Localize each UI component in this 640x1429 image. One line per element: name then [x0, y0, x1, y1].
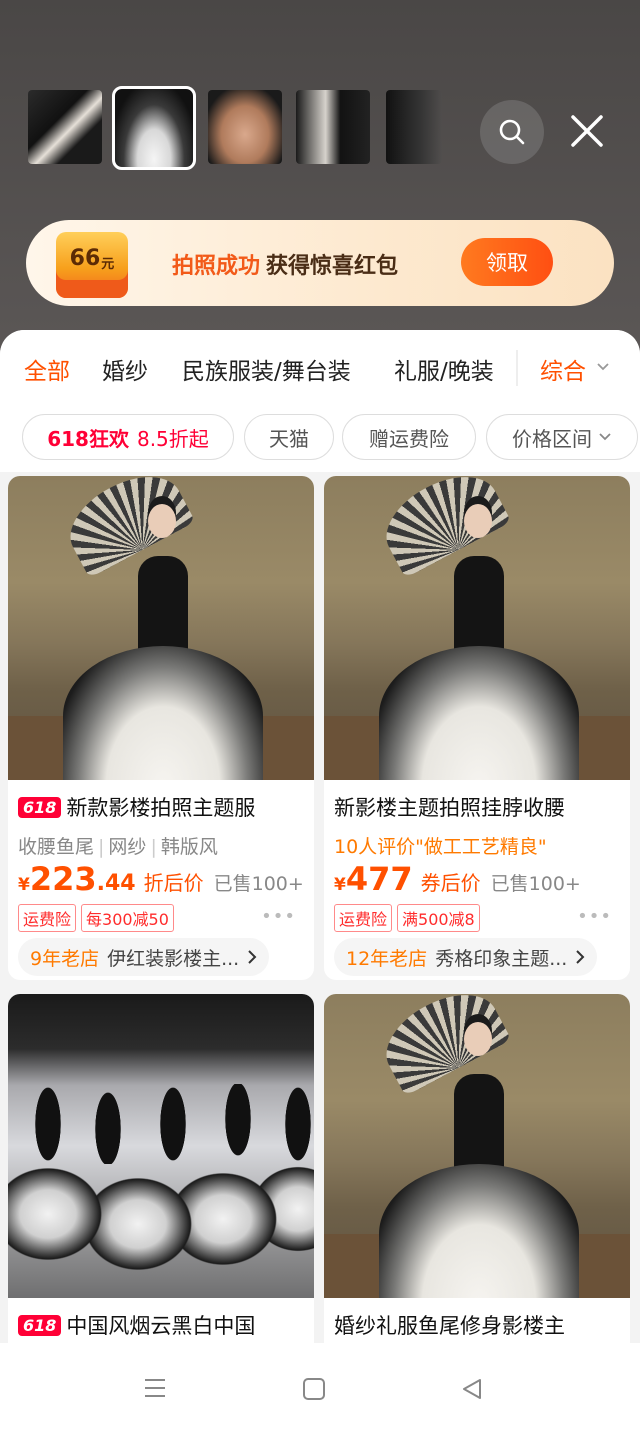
product-image[interactable]	[8, 994, 314, 1298]
product-card[interactable]: 618 新款影楼拍照主题服 收腰鱼尾 | 网纱 | 韩版风 ¥ 223 .44 折后价 …	[8, 476, 314, 980]
price-row: ¥ 477 券后价 已售100+	[334, 860, 581, 898]
more-options-icon[interactable]: •••	[577, 906, 612, 927]
promo-tag: 运费险	[334, 904, 393, 932]
shop-age: 9年老店	[30, 947, 100, 970]
product-card[interactable]: 婚纱礼服鱼尾修身影楼主	[324, 994, 630, 1394]
tab-evening-gown[interactable]: 礼服/晚装	[394, 352, 494, 386]
chip-618-label: 618狂欢	[47, 426, 129, 451]
promo-tags: 运费险 满500减8	[334, 904, 485, 932]
product-image[interactable]	[324, 994, 630, 1298]
shop-link[interactable]: 12年老店 秀格印象主题...	[334, 938, 598, 976]
coupon-unit: 元	[101, 257, 115, 272]
feature: 收腰鱼尾	[18, 836, 95, 858]
product-image[interactable]	[8, 476, 314, 780]
product-title-text: 婚纱礼服鱼尾修身影楼主	[334, 1314, 565, 1338]
search-button[interactable]	[480, 100, 544, 164]
banner-message: 拍照成功 获得惊喜红包	[172, 248, 398, 280]
chip-shipping-insurance[interactable]: 赠运费险	[342, 414, 476, 460]
filter-chips: 618狂欢 8.5折起 天猫 赠运费险 价格区间	[0, 406, 640, 472]
price-row: ¥ 223 .44 折后价 已售100+	[18, 860, 304, 898]
banner-highlight: 拍照成功	[172, 254, 261, 279]
system-nav-bar	[0, 1343, 640, 1429]
thumbnail-1[interactable]	[28, 90, 102, 164]
claim-button[interactable]: 领取	[461, 238, 553, 286]
chip-price-range-label: 价格区间	[512, 426, 592, 451]
price-label: 折后价	[143, 871, 204, 895]
chevron-right-icon	[576, 950, 585, 964]
thumbnail-4[interactable]	[296, 90, 370, 164]
tab-wedding-dress[interactable]: 婚纱	[102, 352, 148, 386]
price-decimal: .44	[96, 871, 136, 896]
product-title-text: 新款影楼拍照主题服	[66, 796, 256, 820]
reward-banner[interactable]: 66 元 拍照成功 获得惊喜红包 领取	[26, 220, 614, 306]
product-title-text: 新影楼主题拍照挂脖收腰	[334, 796, 565, 820]
feature: 网纱	[108, 836, 147, 858]
thumbnail-3[interactable]	[208, 90, 282, 164]
category-tabs: 全部 婚纱 民族服装/舞台装 礼服/晚装 综合	[0, 330, 640, 406]
product-features: 收腰鱼尾 | 网纱 | 韩版风	[18, 836, 218, 858]
product-card[interactable]: 新影楼主题拍照挂脖收腰 10人评价"做工工艺精良" ¥ 477 券后价 已售10…	[324, 476, 630, 980]
shop-link[interactable]: 9年老店 伊红装影楼主...	[18, 938, 270, 976]
home-icon[interactable]	[302, 1377, 326, 1401]
price-integer: 477	[345, 860, 413, 898]
chevron-right-icon	[248, 950, 257, 964]
product-title[interactable]: 618 新款影楼拍照主题服	[18, 792, 306, 822]
chevron-down-icon	[599, 433, 611, 441]
back-icon[interactable]	[460, 1377, 484, 1401]
product-card[interactable]: 618 中国风烟云黑白中国	[8, 994, 314, 1394]
more-options-icon[interactable]: •••	[261, 906, 296, 927]
promo-tag: 满500减8	[397, 904, 480, 932]
product-title-text: 中国风烟云黑白中国	[66, 1314, 256, 1338]
chevron-down-icon	[597, 363, 609, 371]
chip-price-range[interactable]: 价格区间	[486, 414, 638, 460]
sold-count: 已售100+	[213, 873, 304, 895]
shop-name: 伊红装影楼主...	[107, 947, 240, 970]
feature: 韩版风	[160, 836, 218, 858]
review-highlight: 10人评价"做工工艺精良"	[334, 836, 547, 858]
sold-count: 已售100+	[490, 873, 581, 895]
price-integer: 223	[29, 860, 97, 898]
chip-618-promo[interactable]: 618狂欢 8.5折起	[22, 414, 234, 460]
currency-symbol: ¥	[18, 875, 30, 895]
sort-dropdown[interactable]: 综合	[540, 352, 586, 386]
promo-tags: 运费险 每300减50	[18, 904, 179, 932]
thumbnail-5[interactable]	[386, 90, 442, 164]
product-title[interactable]: 新影楼主题拍照挂脖收腰	[334, 792, 622, 822]
product-title[interactable]: 婚纱礼服鱼尾修身影楼主	[334, 1310, 622, 1340]
close-button[interactable]	[562, 106, 612, 156]
image-thumbnail-strip	[28, 86, 468, 170]
promo-618-badge: 618	[18, 1314, 62, 1336]
thumbnail-2-selected[interactable]	[112, 86, 196, 170]
product-title[interactable]: 618 中国风烟云黑白中国	[18, 1310, 306, 1340]
product-image[interactable]	[324, 476, 630, 780]
promo-618-badge: 618	[18, 796, 62, 818]
red-packet-coupon-icon: 66 元	[56, 232, 128, 298]
shop-name: 秀格印象主题...	[435, 947, 568, 970]
search-icon	[499, 119, 525, 145]
currency-symbol: ¥	[334, 875, 346, 895]
banner-text: 获得惊喜红包	[266, 254, 399, 279]
tab-ethnic-stage[interactable]: 民族服装/舞台装	[182, 352, 351, 386]
shop-age: 12年老店	[346, 947, 428, 970]
chip-tmall[interactable]: 天猫	[244, 414, 334, 460]
tab-divider	[516, 350, 518, 386]
promo-tag: 每300减50	[81, 904, 174, 932]
tab-all[interactable]: 全部	[24, 352, 70, 386]
results-panel: 全部 婚纱 民族服装/舞台装 礼服/晚装 综合 618狂欢 8.5折起 天猫 赠…	[0, 330, 640, 1429]
price-label: 券后价	[420, 871, 481, 895]
close-icon	[571, 115, 603, 147]
menu-icon[interactable]	[143, 1377, 167, 1399]
coupon-amount: 66	[69, 246, 101, 271]
chip-618-discount: 8.5折起	[136, 426, 209, 451]
promo-tag: 运费险	[18, 904, 77, 932]
